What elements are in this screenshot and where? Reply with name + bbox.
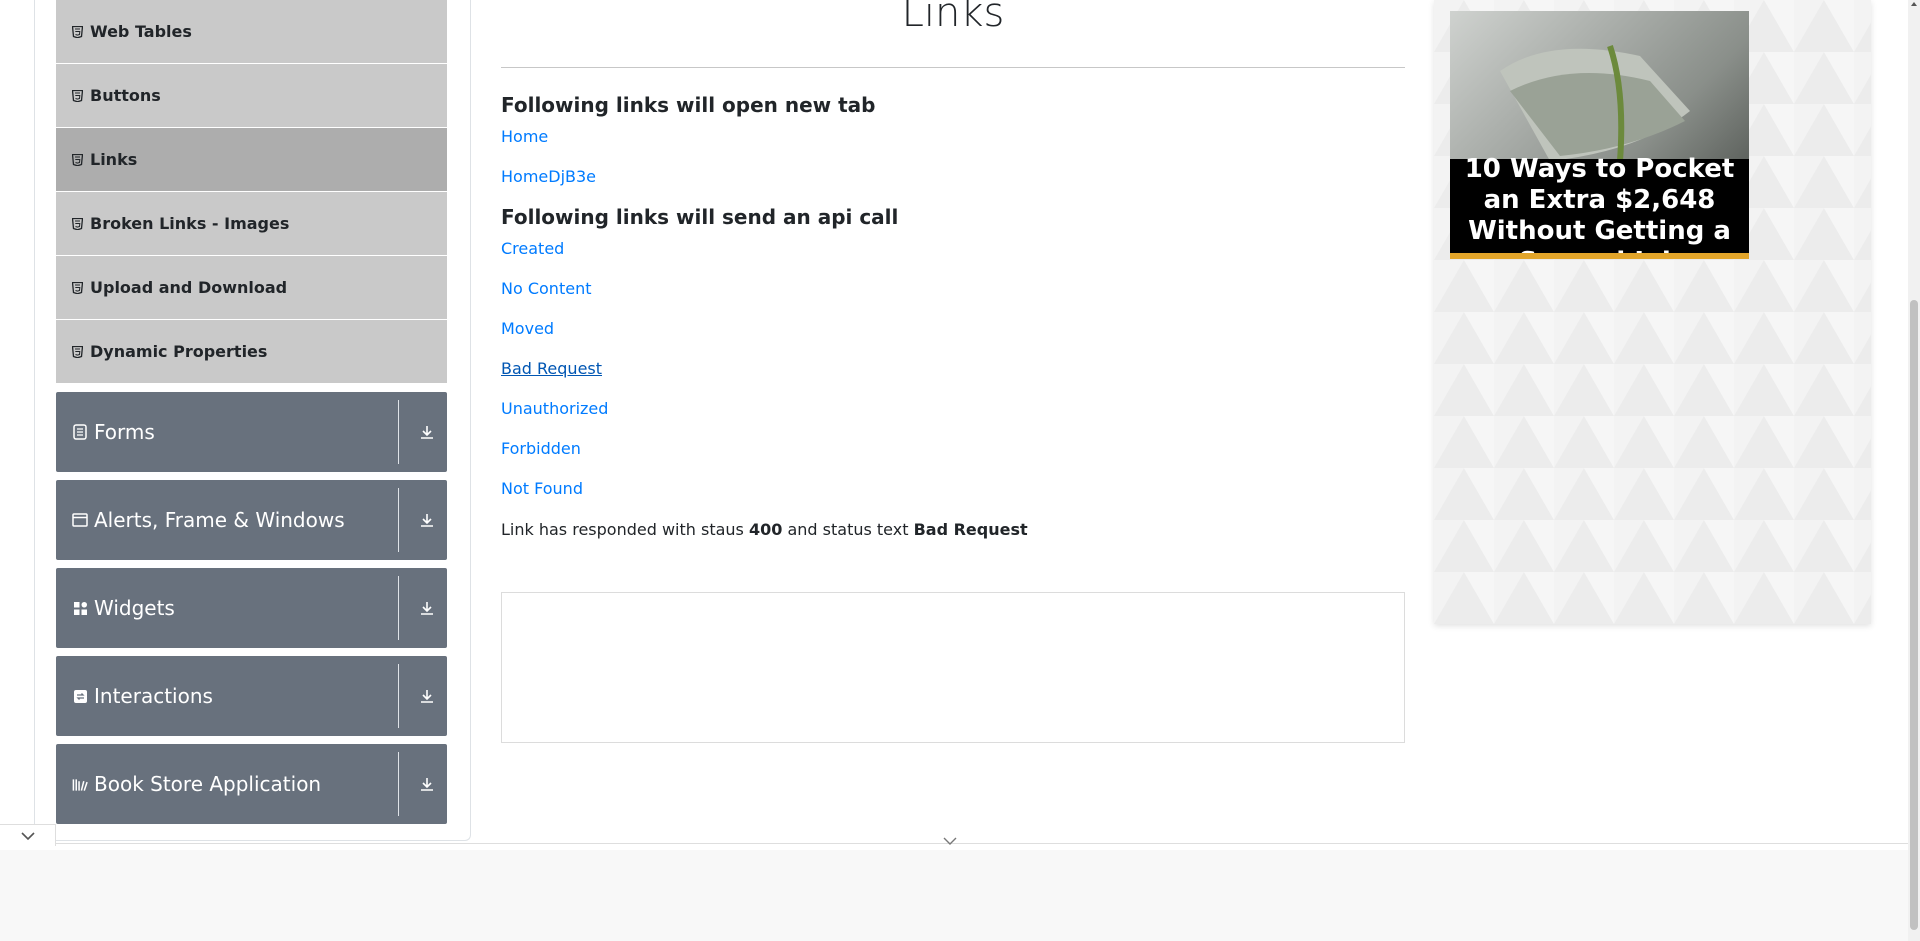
link-moved[interactable]: Moved	[501, 319, 554, 338]
link-response-message: Link has responded with staus 400 and st…	[501, 520, 1028, 539]
interactions-icon	[72, 688, 88, 704]
vertical-scrollbar[interactable]	[1908, 0, 1920, 941]
html5-icon	[71, 25, 83, 38]
link-forbidden[interactable]: Forbidden	[501, 439, 581, 458]
divider	[398, 664, 399, 728]
chevron-down-icon	[20, 826, 36, 845]
money-stack-image	[1500, 45, 1690, 162]
menu-item-label: Web Tables	[90, 22, 192, 41]
response-prefix: Link has responded with staus	[501, 520, 744, 539]
document-icon	[72, 424, 88, 440]
divider	[398, 576, 399, 640]
download-icon[interactable]	[417, 422, 437, 442]
expand-toggle[interactable]	[941, 833, 959, 845]
new-tab-heading: Following links will open new tab	[501, 93, 876, 117]
response-status-code: 400	[748, 520, 783, 539]
download-icon[interactable]	[417, 598, 437, 618]
menu-item-broken-links-images[interactable]: Broken Links - Images	[56, 192, 447, 256]
scroll-up-icon[interactable]	[1910, 0, 1918, 8]
menu-item-upload-and-download[interactable]: Upload and Download	[56, 256, 447, 320]
group-widgets[interactable]: Widgets	[56, 568, 447, 648]
group-label: Book Store Application	[94, 772, 322, 796]
group-label: Alerts, Frame & Windows	[94, 508, 345, 532]
chevron-down-icon	[943, 830, 957, 849]
link-home-dynamic[interactable]: HomeDjB3e	[501, 167, 596, 186]
menu-item-web-tables[interactable]: Web Tables	[56, 0, 447, 64]
divider	[398, 752, 399, 816]
link-unauthorized[interactable]: Unauthorized	[501, 399, 608, 418]
download-icon[interactable]	[417, 686, 437, 706]
group-alerts-frame-windows[interactable]: Alerts, Frame & Windows	[56, 480, 447, 560]
group-book-store-application[interactable]: Book Store Application	[56, 744, 447, 824]
title-divider	[501, 67, 1405, 68]
group-interactions[interactable]: Interactions	[56, 656, 447, 736]
group-forms[interactable]: Forms	[56, 392, 447, 472]
divider	[398, 488, 399, 552]
collapse-toggle[interactable]	[0, 824, 56, 846]
window-icon	[72, 512, 88, 528]
api-heading: Following links will send an api call	[501, 205, 899, 229]
elements-menu-list: Web Tables Buttons Links Broken Links - …	[56, 0, 447, 384]
menu-item-label: Upload and Download	[90, 278, 288, 297]
download-icon[interactable]	[417, 510, 437, 530]
bottom-ad-bar	[0, 850, 1908, 941]
ad-frame	[501, 592, 1405, 743]
page-title: Links	[901, 0, 1005, 36]
response-middle: and status text	[787, 520, 909, 539]
menu-item-label: Broken Links - Images	[90, 214, 290, 233]
link-not-found[interactable]: Not Found	[501, 479, 583, 498]
link-bad-request[interactable]: Bad Request	[501, 359, 602, 378]
html5-icon	[71, 217, 83, 230]
html5-icon	[71, 345, 83, 358]
html5-icon	[71, 89, 83, 102]
menu-item-buttons[interactable]: Buttons	[56, 64, 447, 128]
scrollbar-thumb[interactable]	[1910, 300, 1918, 930]
grid-icon	[72, 600, 88, 616]
link-created[interactable]: Created	[501, 239, 564, 258]
group-label: Forms	[94, 420, 155, 444]
divider	[398, 400, 399, 464]
group-label: Interactions	[94, 684, 213, 708]
books-icon	[72, 776, 88, 792]
menu-item-dynamic-properties[interactable]: Dynamic Properties	[56, 320, 447, 384]
ad-caption: 10 Ways to Pocket an Extra $2,648 Withou…	[1464, 154, 1735, 253]
link-no-content[interactable]: No Content	[501, 279, 591, 298]
group-label: Widgets	[94, 596, 175, 620]
menu-item-links[interactable]: Links	[56, 128, 447, 192]
html5-icon	[71, 153, 83, 166]
menu-item-label: Links	[90, 150, 138, 169]
download-icon[interactable]	[417, 774, 437, 794]
link-home[interactable]: Home	[501, 127, 548, 146]
response-status-text: Bad Request	[913, 520, 1028, 539]
menu-item-label: Buttons	[90, 86, 161, 105]
html5-icon	[71, 281, 83, 294]
menu-item-label: Dynamic Properties	[90, 342, 268, 361]
right-ad-panel: 10 Ways to Pocket an Extra $2,648 Withou…	[1434, 0, 1871, 624]
ad-image[interactable]: 10 Ways to Pocket an Extra $2,648 Withou…	[1450, 11, 1749, 259]
